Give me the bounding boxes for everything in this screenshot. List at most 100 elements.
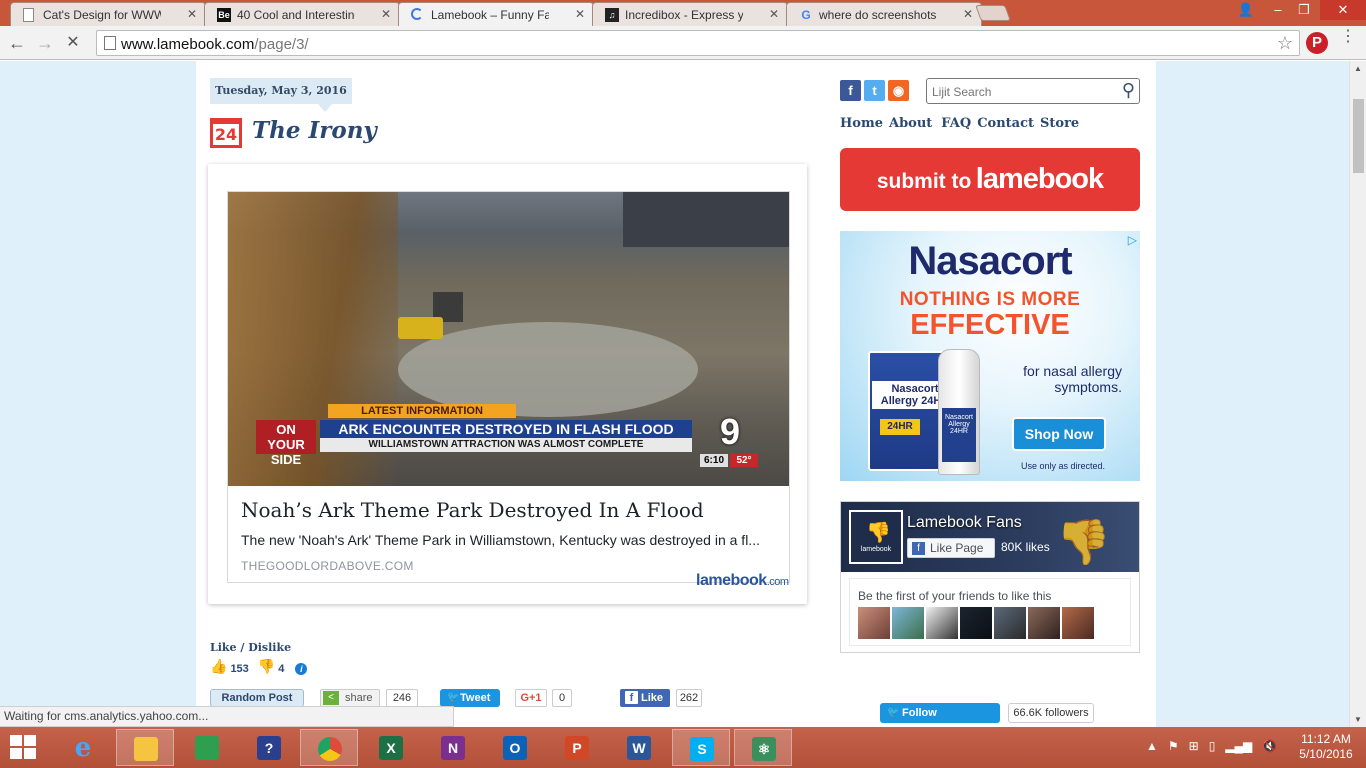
windows-icon[interactable]: ⊞ <box>1189 739 1199 753</box>
behance-icon: Be <box>217 8 231 22</box>
address-bar[interactable]: www.lamebook.com/page/3/ ☆ <box>96 30 1300 56</box>
avatar[interactable] <box>1028 607 1060 639</box>
thumbs-down-icon[interactable]: 👎 <box>258 658 275 675</box>
windows-start-icon[interactable] <box>10 735 38 761</box>
taskbar-word[interactable]: W <box>610 729 668 766</box>
tab-title: where do screenshots go <box>819 8 937 22</box>
taskbar-chrome[interactable] <box>300 729 358 766</box>
taskbar-onenote[interactable]: N <box>424 729 482 766</box>
taskbar-file-explorer[interactable] <box>116 729 174 766</box>
avatar[interactable] <box>892 607 924 639</box>
google-plus-button[interactable]: G+1 <box>515 689 547 707</box>
page-scrollbar[interactable]: ▲ ▼ <box>1349 61 1366 727</box>
avatar[interactable] <box>1062 607 1094 639</box>
nav-faq[interactable]: FAQ <box>941 116 971 131</box>
like-page-button[interactable]: f Like Page <box>907 538 995 558</box>
facebook-icon: f <box>912 542 925 555</box>
random-post-button[interactable]: Random Post <box>210 689 304 707</box>
info-icon[interactable]: i <box>295 663 308 675</box>
tab-incredibox[interactable]: ♫ Incredibox - Express your ✕ <box>592 2 788 26</box>
clock-time: 11:12 AM <box>1301 732 1351 746</box>
post-title[interactable]: The Irony <box>252 117 377 144</box>
stop-loading-icon[interactable]: ✕ <box>62 32 84 54</box>
device-icon[interactable]: ▯ <box>1209 739 1216 753</box>
volume-muted-icon[interactable]: 🔇 <box>1262 739 1277 753</box>
facebook-page-widget: 👎 👎 lamebook Lamebook Fans f Like Page 8… <box>840 501 1140 653</box>
submit-to-lamebook-button[interactable]: submit to lamebook <box>840 148 1140 211</box>
close-icon[interactable]: ✕ <box>381 7 391 21</box>
chevron-up-icon[interactable]: ▲ <box>1146 739 1158 753</box>
lamebook-logo[interactable]: 👎 lamebook <box>849 510 903 564</box>
scroll-up-icon[interactable]: ▲ <box>1354 64 1362 73</box>
facebook-page-name[interactable]: Lamebook Fans <box>907 514 1022 532</box>
news-screenshot-image[interactable]: LATEST INFORMATION ON YOUR SIDE ARK ENCO… <box>228 192 789 486</box>
nav-store[interactable]: Store <box>1040 116 1079 131</box>
user-icon[interactable]: 👤 <box>1232 0 1260 20</box>
restore-button[interactable]: ❐ <box>1290 0 1318 20</box>
nasacort-ad[interactable]: ▷ Nasacort NOTHING IS MORE EFFECTIVE Nas… <box>840 231 1140 481</box>
nav-home[interactable]: Home <box>840 116 883 131</box>
tweet-button[interactable]: 🐦 Tweet <box>440 689 500 707</box>
flag-icon[interactable]: ⚑ <box>1168 739 1179 753</box>
taskbar-internet-explorer[interactable]: e <box>54 729 112 766</box>
pinterest-icon[interactable]: P <box>1306 32 1328 54</box>
clock-date: 5/10/2016 <box>1299 747 1353 761</box>
calendar-icon: 24 <box>210 118 242 148</box>
facebook-like-button[interactable]: f Like <box>620 689 670 707</box>
taskbar-excel[interactable]: X <box>362 729 420 766</box>
taskbar-help[interactable]: ? <box>240 729 298 766</box>
windows-taskbar: e? X N O P W S ⚛ ▲ ⚑ ⊞ ▯ ▂▄▆ 🔇 11:12 AM 5/10/20… <box>0 727 1366 768</box>
scrollbar-thumb[interactable] <box>1353 99 1364 173</box>
facebook-page-likes: 80K likes <box>1001 540 1050 554</box>
share-button[interactable]: < share <box>320 689 380 707</box>
thumbs-up-icon[interactable]: 👍 <box>210 658 227 675</box>
close-icon[interactable]: ✕ <box>769 7 779 21</box>
tab-title: Lamebook – Funny Faceb <box>431 8 549 22</box>
avatar[interactable] <box>858 607 890 639</box>
image-wall <box>623 192 789 247</box>
sidebar-nav: Home About FAQ Contact Store <box>840 116 1079 131</box>
search-icon[interactable]: ⚲ <box>1122 80 1135 101</box>
bookmark-star-icon[interactable]: ☆ <box>1277 33 1293 54</box>
avatar[interactable] <box>926 607 958 639</box>
taskbar-atom[interactable]: ⚛ <box>734 729 792 766</box>
status-bar: Waiting for cms.analytics.yahoo.com... <box>0 706 454 727</box>
rss-icon[interactable]: ◉ <box>888 80 909 101</box>
minimize-button[interactable]: – <box>1264 0 1292 20</box>
article-title[interactable]: Noah’s Ark Theme Park Destroyed In A Flo… <box>241 498 704 522</box>
menu-icon[interactable]: ⋮ <box>1340 29 1356 45</box>
close-icon[interactable]: ✕ <box>575 7 585 21</box>
twitter-follow-button[interactable]: 🐦 Follow @lamebook <box>880 703 1000 723</box>
network-icon[interactable]: ▂▄▆ <box>1225 739 1252 753</box>
taskbar-store[interactable] <box>178 729 236 766</box>
forward-arrow-icon[interactable]: → <box>34 32 56 54</box>
new-tab-button[interactable] <box>975 5 1011 21</box>
tab-40-cool[interactable]: Be 40 Cool and Interesting W ✕ <box>204 2 400 26</box>
nav-contact[interactable]: Contact <box>977 116 1034 131</box>
tab-google-search[interactable]: G where do screenshots go ✕ <box>786 2 982 26</box>
chyron-subheadline: WILLIAMSTOWN ATTRACTION WAS ALMOST COMPL… <box>320 438 692 452</box>
post-card: LATEST INFORMATION ON YOUR SIDE ARK ENCO… <box>208 164 807 604</box>
like-dislike-label: Like / Dislike <box>210 641 292 654</box>
scroll-down-icon[interactable]: ▼ <box>1354 715 1362 724</box>
taskbar-clock[interactable]: 11:12 AM 5/10/2016 <box>1296 732 1356 762</box>
shop-now-button[interactable]: Shop Now <box>1012 417 1106 451</box>
back-arrow-icon[interactable]: ← <box>6 32 28 54</box>
taskbar-outlook[interactable]: O <box>486 729 544 766</box>
taskbar-powerpoint[interactable]: P <box>548 729 606 766</box>
close-window-button[interactable]: ✕ <box>1320 0 1366 20</box>
close-icon[interactable]: ✕ <box>187 7 197 21</box>
avatar[interactable] <box>994 607 1026 639</box>
facebook-icon[interactable]: f <box>840 80 861 101</box>
tab-lamebook[interactable]: Lamebook – Funny Faceb ✕ <box>398 2 594 27</box>
excel-icon: X <box>379 736 403 760</box>
nav-about[interactable]: About <box>889 116 932 131</box>
tab-cats-design[interactable]: Cat's Design for WWW W ✕ <box>10 2 206 26</box>
facebook-link-preview[interactable]: LATEST INFORMATION ON YOUR SIDE ARK ENCO… <box>227 191 790 583</box>
ad-box-badge: 24HR <box>880 419 920 435</box>
taskbar-skype[interactable]: S <box>672 729 730 766</box>
search-input[interactable] <box>932 83 1112 100</box>
avatar[interactable] <box>960 607 992 639</box>
twitter-icon[interactable]: t <box>864 80 885 101</box>
close-icon[interactable]: ✕ <box>963 7 973 21</box>
